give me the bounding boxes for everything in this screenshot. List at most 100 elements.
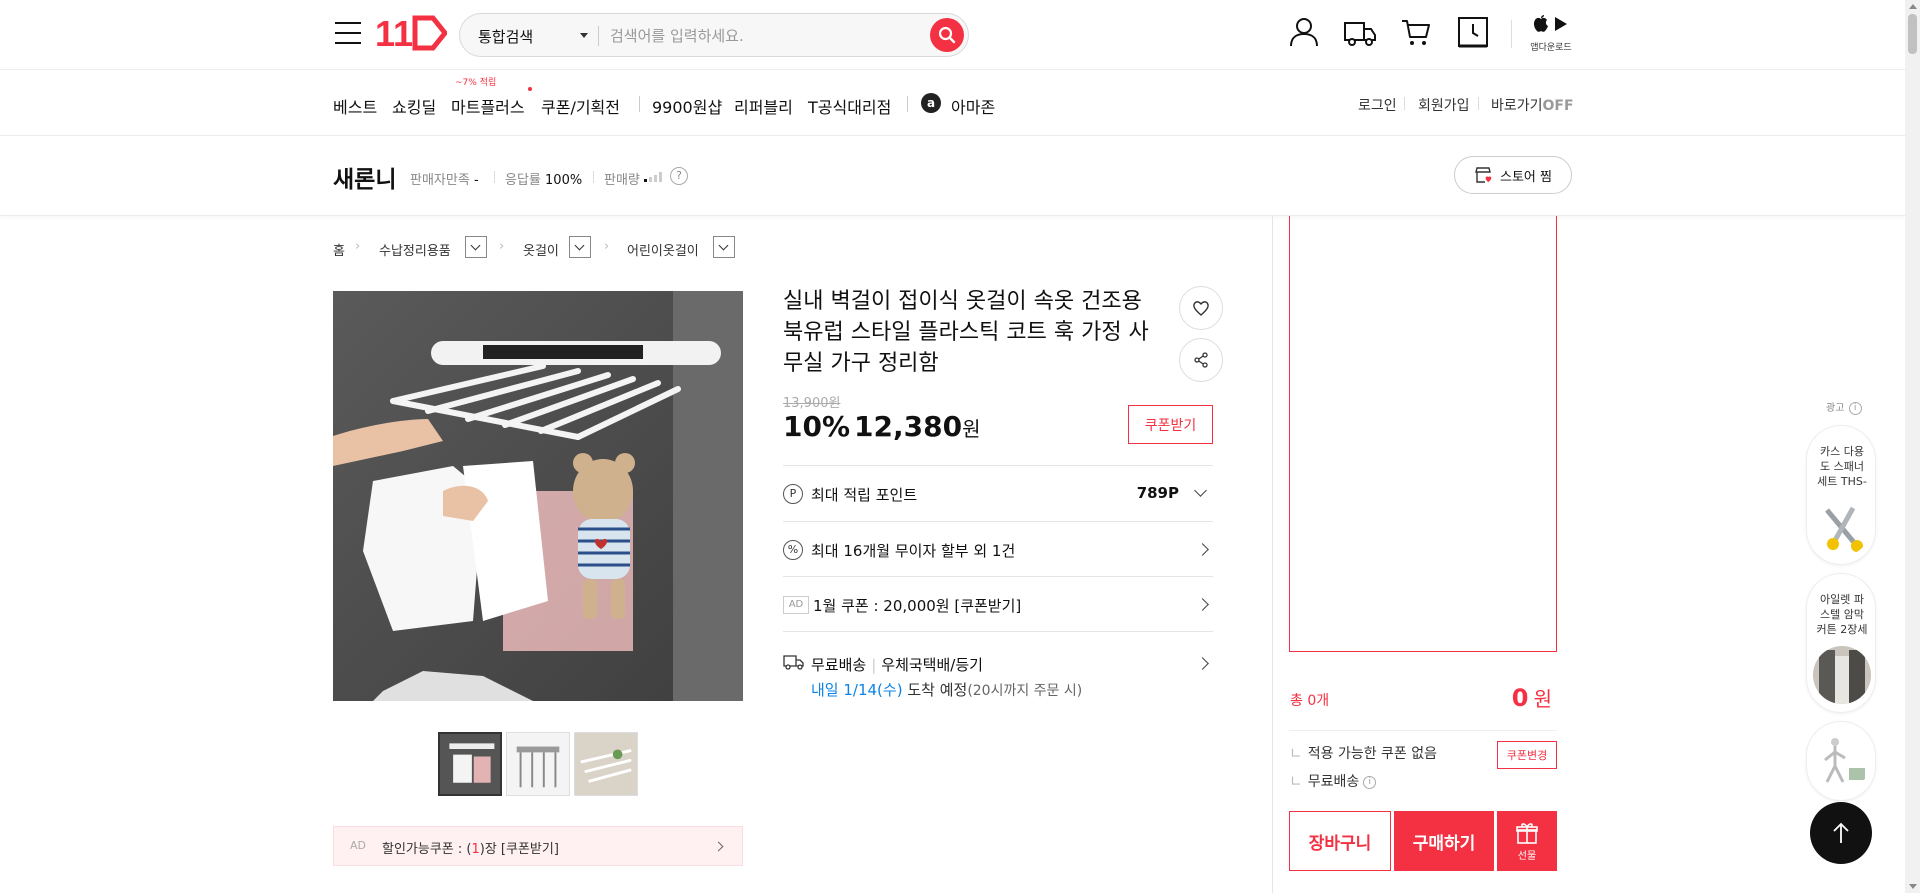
- ad-coupon-suffix: )장 [쿠폰받기]: [479, 842, 559, 857]
- breadcrumb-dropdown[interactable]: [569, 236, 591, 258]
- login-link[interactable]: 로그인: [1358, 95, 1397, 115]
- nav-item-shocking-deal[interactable]: 쇼킹딜: [392, 94, 436, 118]
- share-button[interactable]: [1179, 338, 1223, 382]
- scroll-down-arrow[interactable]: [1909, 884, 1917, 889]
- search-divider: [598, 26, 599, 46]
- nav-item-amazon[interactable]: 아마존: [951, 94, 995, 118]
- chevron-right-icon: ›: [355, 239, 361, 254]
- sale-price: 10% 12,380원: [783, 410, 981, 443]
- search-button[interactable]: [930, 18, 964, 52]
- ad-card-title: 아일렛 파스텔 암막 커튼 2장세: [1816, 593, 1868, 636]
- shortcut-toggle[interactable]: 바로가기OFF: [1491, 95, 1574, 115]
- delivery-estimate: 내일 1/14(수) 도착 예정(20시까지 주문 시): [811, 679, 1082, 700]
- divider: [1404, 97, 1405, 110]
- chevron-right-icon: [1196, 657, 1209, 670]
- currency-unit: 원: [1533, 687, 1552, 711]
- scroll-thumb[interactable]: [1908, 14, 1917, 54]
- ad-card[interactable]: 아일렛 파스텔 암막 커튼 2장세: [1806, 573, 1876, 713]
- ad-label: 광고 i: [1826, 399, 1862, 415]
- buy-now-button[interactable]: 구매하기: [1394, 811, 1494, 871]
- point-icon: P: [783, 484, 803, 504]
- divider: [1289, 730, 1557, 731]
- ad-card[interactable]: 카스 다용도 스패너 세트 THS-: [1806, 425, 1876, 565]
- shipping-label: 무료배송: [811, 656, 867, 674]
- percent-icon: %: [783, 540, 803, 560]
- response-label: 응답률: [505, 173, 541, 188]
- coupon-change-button[interactable]: 쿠폰변경: [1497, 741, 1557, 769]
- chevron-down-icon: [1194, 484, 1207, 497]
- shipping-row[interactable]: 무료배송 | 우체국택배/등기 내일 1/14(수) 도착 예정(20시까지 주문 …: [783, 631, 1213, 711]
- ad-coupon-bar[interactable]: AD 할인가능쿠폰 : (1)장 [쿠폰받기]: [333, 826, 743, 866]
- breadcrumb-home[interactable]: 홈: [333, 240, 345, 259]
- currency-unit: 원: [962, 417, 981, 441]
- user-icon[interactable]: [1288, 16, 1320, 48]
- scrollbar[interactable]: [1905, 0, 1920, 893]
- discount-rate: 10%: [783, 410, 851, 443]
- nav-item-refurbly[interactable]: 리퍼블리: [734, 94, 793, 118]
- add-to-cart-button[interactable]: 장바구니: [1289, 811, 1391, 871]
- nav-item-coupon[interactable]: 쿠폰/기획전: [541, 94, 620, 118]
- info-icon[interactable]: i: [1848, 401, 1862, 415]
- scroll-to-top-button[interactable]: [1810, 802, 1872, 864]
- chevron-down-icon[interactable]: [580, 33, 588, 38]
- divider: [1478, 97, 1479, 110]
- info-icon[interactable]: i: [1363, 775, 1377, 789]
- app-download-label: 앱다운로드: [1530, 43, 1572, 53]
- new-dot: [528, 87, 532, 91]
- thumbnail[interactable]: [506, 732, 570, 796]
- total-amount: 0 원: [1512, 683, 1552, 712]
- store-fav-button[interactable]: 스토어 찜: [1454, 156, 1572, 194]
- menu-icon[interactable]: [335, 22, 361, 44]
- nav-item-best[interactable]: 베스트: [333, 94, 377, 118]
- delivery-suffix: 도착 예정: [907, 681, 968, 699]
- search-input[interactable]: [610, 22, 910, 50]
- seller-response-rate: 응답률 100%: [505, 169, 582, 188]
- breadcrumb-dropdown[interactable]: [713, 236, 735, 258]
- original-price: 13,900원: [783, 396, 841, 411]
- nav-item-9900[interactable]: 9900원샵: [652, 94, 722, 118]
- total-count: 총 0개: [1290, 693, 1330, 709]
- free-shipping-status: ∟ 무료배송 i: [1290, 771, 1377, 791]
- divider: [1511, 20, 1512, 48]
- chevron-right-icon: [1196, 543, 1209, 556]
- january-coupon-row[interactable]: AD 1월 쿠폰 : 20,000원 [쿠폰받기]: [783, 576, 1213, 631]
- satisfaction-label: 판매자만족: [410, 173, 470, 188]
- gift-button[interactable]: 선물: [1497, 811, 1557, 871]
- free-shipping-label: 무료배송: [1307, 774, 1360, 790]
- coupon-download-button[interactable]: 쿠폰받기: [1128, 405, 1213, 444]
- scroll-up-arrow[interactable]: [1909, 4, 1917, 9]
- nav-item-mart-plus[interactable]: 마트플러스: [451, 94, 525, 118]
- seller-name[interactable]: 새론니: [333, 160, 396, 194]
- ad-card[interactable]: [1806, 721, 1876, 801]
- signup-link[interactable]: 회원가입: [1418, 95, 1470, 115]
- thumbnail[interactable]: [438, 732, 502, 796]
- column-divider: [1272, 216, 1273, 893]
- help-icon[interactable]: ?: [670, 167, 688, 185]
- recent-clock-icon[interactable]: [1457, 16, 1489, 48]
- shipping-carrier: 우체국택배/등기: [881, 656, 983, 674]
- breadcrumb-storage[interactable]: 수납정리용품: [379, 240, 451, 259]
- nav-item-t-official[interactable]: T공식대리점: [808, 94, 891, 118]
- coupon-status: ∟ 적용 가능한 쿠폰 없음: [1290, 746, 1438, 762]
- product-main-image[interactable]: [333, 291, 743, 701]
- breadcrumb-hanger[interactable]: 옷걸이: [523, 240, 559, 259]
- search-box: 통합검색: [459, 13, 969, 57]
- share-icon: [1194, 352, 1208, 368]
- ad-card-image: [1813, 498, 1871, 556]
- truck-icon[interactable]: [1343, 16, 1377, 48]
- divider: [494, 171, 495, 183]
- search-scope-select[interactable]: 통합검색: [478, 26, 533, 47]
- breadcrumb-kids-hanger[interactable]: 어린이옷걸이: [627, 240, 699, 259]
- sales-label: 판매량: [604, 173, 640, 188]
- sale-amount: 12,380: [854, 410, 963, 443]
- wishlist-button[interactable]: [1179, 286, 1223, 330]
- cart-icon[interactable]: [1400, 16, 1432, 48]
- breadcrumb-dropdown[interactable]: [465, 236, 487, 258]
- thumbnail[interactable]: [574, 732, 638, 796]
- january-coupon-label: 1월 쿠폰 : 20,000원 [쿠폰받기]: [813, 597, 1022, 615]
- app-download-button[interactable]: 앱다운로드: [1528, 14, 1574, 54]
- seller-bar: 새론니 판매자만족 - 응답률 100% 판매량 ? 스토어 찜: [0, 136, 1905, 216]
- installment-row[interactable]: % 최대 16개월 무이자 할부 외 1건: [783, 521, 1213, 576]
- site-logo[interactable]: 11: [375, 14, 447, 52]
- points-row[interactable]: P 최대 적립 포인트 789P: [783, 465, 1213, 521]
